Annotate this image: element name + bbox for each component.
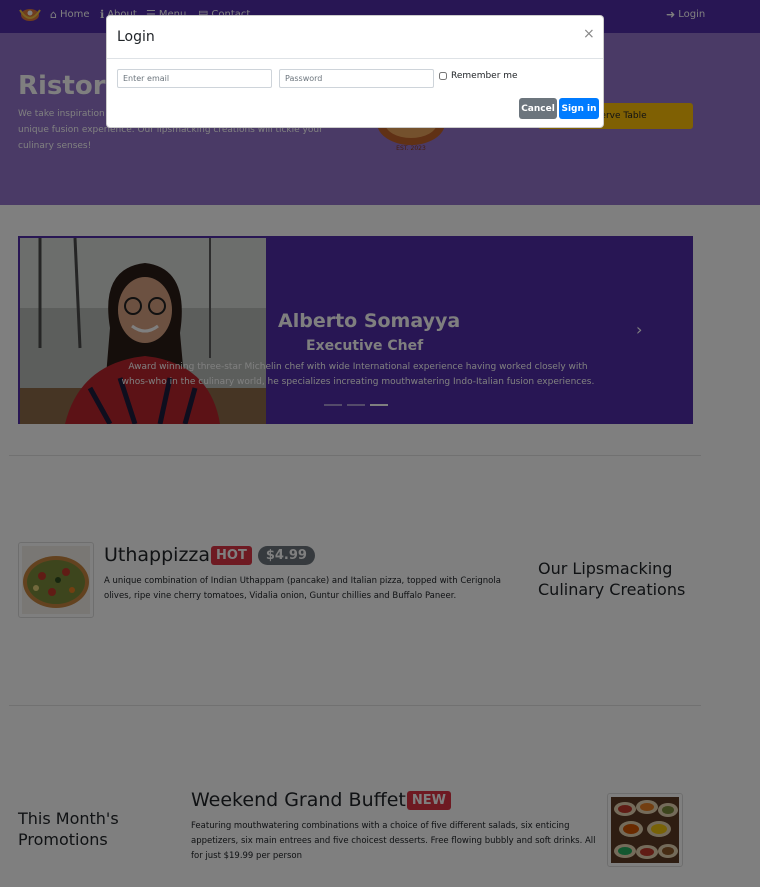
login-modal: Login × Remember me Cancel Sign in <box>106 15 604 128</box>
remember-me[interactable]: Remember me <box>439 71 518 81</box>
close-icon[interactable]: × <box>583 26 595 42</box>
remember-me-checkbox[interactable] <box>439 72 447 80</box>
email-input[interactable] <box>117 69 272 88</box>
login-modal-title: Login <box>117 29 155 45</box>
modal-backdrop[interactable] <box>0 0 760 887</box>
password-input[interactable] <box>279 69 434 88</box>
login-modal-header: Login × <box>107 16 603 59</box>
remember-me-label: Remember me <box>451 71 518 81</box>
cancel-button[interactable]: Cancel <box>519 98 557 119</box>
sign-in-button[interactable]: Sign in <box>559 98 599 119</box>
